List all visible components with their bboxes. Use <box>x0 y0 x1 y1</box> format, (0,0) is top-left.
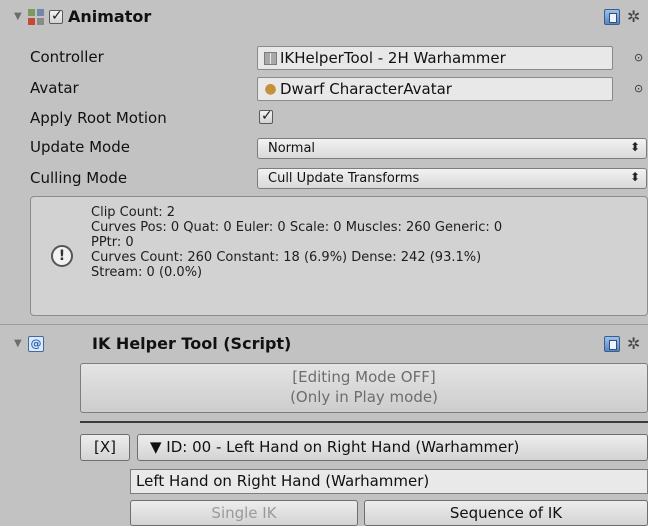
check-icon: ✓ <box>261 108 273 124</box>
avatar-icon: ● <box>264 81 277 97</box>
info-line: Curves Pos: 0 Quat: 0 Euler: 0 Scale: 0 … <box>91 220 503 235</box>
animator-enabled-checkbox[interactable]: ✓ <box>49 8 63 24</box>
editing-mode-line1: [Editing Mode OFF] <box>292 368 436 386</box>
culling-mode-dropdown[interactable]: Cull Update Transforms ⬍ <box>257 168 647 189</box>
animator-controller-icon <box>264 52 277 65</box>
controller-label: Controller <box>30 48 104 66</box>
updown-arrows-icon: ⬍ <box>629 170 640 184</box>
controller-picker-icon[interactable]: ⊙ <box>634 51 643 64</box>
update-mode-dropdown[interactable]: Normal ⬍ <box>257 138 647 159</box>
info-line: PPtr: 0 <box>91 235 134 250</box>
animator-foldout-arrow-icon[interactable]: ▼ <box>14 11 22 22</box>
script-component-header[interactable]: ▼ @ IK Helper Tool (Script) ✲ <box>0 326 648 360</box>
ik-entry-foldout[interactable]: ▼ ID: 00 - Left Hand on Right Hand (Warh… <box>137 434 648 461</box>
avatar-value: Dwarf CharacterAvatar <box>280 80 452 98</box>
sequence-of-ik-button[interactable]: Sequence of IK <box>364 500 648 526</box>
check-icon: ✓ <box>51 8 63 24</box>
single-ik-button[interactable]: Single IK <box>130 500 358 526</box>
help-book-icon[interactable] <box>604 336 620 352</box>
animator-info-box: ! Clip Count: 2 Curves Pos: 0 Quat: 0 Eu… <box>30 196 648 316</box>
culling-mode-label: Culling Mode <box>30 169 128 187</box>
gear-icon[interactable]: ✲ <box>627 9 640 25</box>
animator-title: Animator <box>68 7 152 26</box>
controller-value: IKHelperTool - 2H Warhammer <box>280 49 506 67</box>
animator-header[interactable]: ▼ ✓ Animator ✲ <box>0 0 648 34</box>
info-line: Stream: 0 (0.0%) <box>91 265 203 280</box>
controller-field[interactable]: IKHelperTool - 2H Warhammer <box>257 46 613 70</box>
info-text: Clip Count: 2 Curves Pos: 0 Quat: 0 Eule… <box>91 205 502 280</box>
update-mode-value: Normal <box>268 141 316 156</box>
avatar-label: Avatar <box>30 79 79 97</box>
entry-name-field[interactable]: Left Hand on Right Hand (Warhammer) <box>130 469 648 494</box>
info-icon: ! <box>51 245 73 267</box>
script-foldout-arrow-icon[interactable]: ▼ <box>14 338 22 349</box>
remove-entry-button[interactable]: [X] <box>80 434 130 461</box>
editing-mode-line2: (Only in Play mode) <box>290 388 438 406</box>
editing-mode-button[interactable]: [Editing Mode OFF] (Only in Play mode) <box>80 363 648 413</box>
info-line: Clip Count: 2 <box>91 205 176 220</box>
component-separator <box>0 324 648 325</box>
culling-mode-value: Cull Update Transforms <box>268 171 420 186</box>
script-title: IK Helper Tool (Script) <box>92 334 292 353</box>
animator-icon <box>28 9 44 25</box>
help-book-icon[interactable] <box>604 9 620 25</box>
updown-arrows-icon: ⬍ <box>629 140 640 154</box>
info-line: Curves Count: 260 Constant: 18 (6.9%) De… <box>91 250 482 265</box>
avatar-field[interactable]: ● Dwarf CharacterAvatar <box>257 77 613 101</box>
avatar-picker-icon[interactable]: ⊙ <box>634 82 643 95</box>
update-mode-label: Update Mode <box>30 138 130 156</box>
apply-root-motion-label: Apply Root Motion <box>30 109 167 127</box>
script-icon: @ <box>28 336 44 352</box>
gear-icon[interactable]: ✲ <box>627 336 640 352</box>
section-divider <box>80 421 648 423</box>
apply-root-motion-checkbox[interactable]: ✓ <box>259 108 273 124</box>
